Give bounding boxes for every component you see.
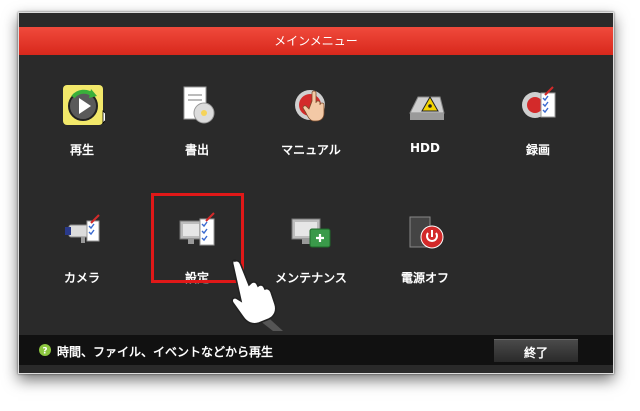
status-bar: ? 時間、ファイル、イベントなどから再生 終了 [19,335,613,365]
menu-item-manual[interactable]: マニュアル [256,83,366,173]
menu-label-manual: マニュアル [281,143,341,157]
svg-text:?: ? [42,347,47,357]
menu-label-camera: カメラ [63,271,100,285]
playback-icon [63,85,105,125]
manual-record-icon [295,90,325,122]
record-icon [522,86,556,118]
main-menu-window: メインメニュー 再生 書出 マニュアル HDD 録画 カメラ 設定 メンテナンス… [18,12,614,374]
pointing-hand-icon [231,259,283,331]
export-icon [183,86,215,124]
camera-icon [65,214,100,243]
menu-label-export: 書出 [184,143,209,157]
menu-label-record: 録画 [525,143,550,157]
menu-item-camera[interactable]: カメラ [27,211,137,301]
power-off-icon [409,216,444,249]
menu-item-playback[interactable]: 再生 [27,83,137,173]
menu-label-power-off: 電源オフ [400,271,449,285]
exit-button[interactable]: 終了 [494,339,578,362]
menu-label-hdd: HDD [410,141,440,155]
menu-item-export[interactable]: 書出 [142,83,252,173]
help-text: 時間、ファイル、イベントなどから再生 [57,345,274,359]
menu-item-hdd[interactable]: HDD [370,83,480,173]
menu-item-power-off[interactable]: 電源オフ [370,211,480,301]
menu-label-playback: 再生 [69,143,94,157]
hdd-icon [409,95,445,120]
menu-item-record[interactable]: 録画 [483,83,593,173]
maintenance-icon [291,218,331,248]
help-icon: ? [39,344,51,356]
window-title: メインメニュー [19,27,613,55]
